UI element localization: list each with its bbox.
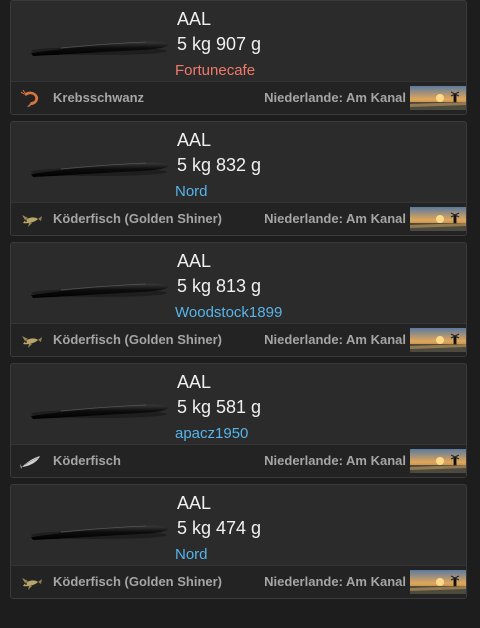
catch-weight: 5 kg 474 g [177, 518, 262, 538]
bait-label: Krebsschwanz [53, 90, 145, 105]
catch-weight: 5 kg 581 g [177, 397, 262, 417]
catch-card[interactable]: AAL 5 kg 832 g Nord Köderfisch (Golden S… [10, 121, 467, 236]
species-name: AAL [177, 493, 212, 513]
location-thumbnail-icon[interactable] [410, 449, 466, 473]
location-thumbnail-icon[interactable] [410, 570, 466, 594]
catch-footer: Köderfisch (Golden Shiner) Niederlande: … [11, 202, 466, 235]
bait-label: Köderfisch (Golden Shiner) [53, 574, 223, 589]
location-label: Niederlande: Am Kanal [264, 90, 406, 105]
player-name[interactable]: Fortunecafe [175, 62, 255, 79]
location-thumbnail-icon[interactable] [410, 86, 466, 110]
catch-footer: Köderfisch Niederlande: Am Kanal [11, 444, 466, 477]
catch-card[interactable]: AAL 5 kg 813 g Woodstock1899 Köderfisch … [10, 242, 467, 357]
player-name[interactable]: apacz1950 [175, 425, 248, 442]
player-name[interactable]: Nord [175, 546, 208, 563]
location-label: Niederlande: Am Kanal [264, 211, 406, 226]
catch-card[interactable]: AAL 5 kg 474 g Nord Köderfisch (Golden S… [10, 484, 467, 599]
location-thumbnail-icon[interactable] [410, 207, 466, 231]
species-name: AAL [177, 9, 212, 29]
eel-fish-icon [31, 525, 169, 540]
catch-footer: Köderfisch (Golden Shiner) Niederlande: … [11, 323, 466, 356]
small-fish-icon [22, 578, 42, 590]
bait-label: Köderfisch (Golden Shiner) [53, 211, 223, 226]
catch-weight: 5 kg 813 g [177, 276, 262, 296]
silver-fish-icon [20, 456, 40, 469]
eel-fish-icon [31, 162, 169, 177]
location-thumbnail-icon[interactable] [410, 328, 466, 352]
catch-card[interactable]: AAL 5 kg 581 g apacz1950 Köderfisch Nied… [10, 363, 467, 478]
location-label: Niederlande: Am Kanal [264, 574, 406, 589]
location-label: Niederlande: Am Kanal [264, 453, 406, 468]
eel-fish-icon [31, 404, 169, 419]
bait-label: Köderfisch (Golden Shiner) [53, 332, 223, 347]
catch-weight: 5 kg 907 g [177, 34, 262, 54]
species-name: AAL [177, 251, 212, 271]
small-fish-icon [22, 215, 42, 227]
catch-list: AAL 5 kg 907 g Fortunecafe Krebsschwanz … [0, 0, 480, 628]
bait-label: Köderfisch [53, 453, 121, 468]
eel-fish-icon [31, 41, 169, 56]
species-name: AAL [177, 130, 212, 150]
location-label: Niederlande: Am Kanal [264, 332, 406, 347]
eel-fish-icon [31, 283, 169, 298]
small-fish-icon [22, 336, 42, 348]
catch-footer: Köderfisch (Golden Shiner) Niederlande: … [11, 565, 466, 598]
species-name: AAL [177, 372, 212, 392]
catch-footer: Krebsschwanz Niederlande: Am Kanal [11, 81, 466, 114]
player-name[interactable]: Nord [175, 183, 208, 200]
shrimp-icon [20, 89, 39, 107]
player-name[interactable]: Woodstock1899 [175, 304, 282, 321]
catch-card[interactable]: AAL 5 kg 907 g Fortunecafe Krebsschwanz … [10, 0, 467, 115]
catch-weight: 5 kg 832 g [177, 155, 262, 175]
